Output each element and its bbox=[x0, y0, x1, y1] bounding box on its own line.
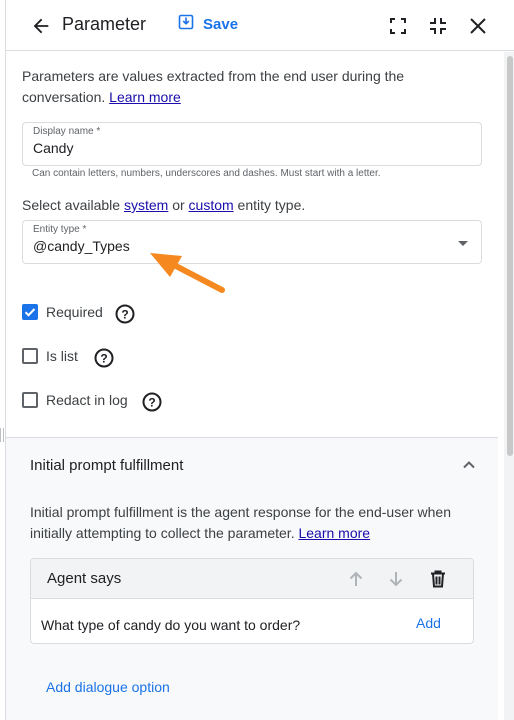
panel-header: Parameter Save bbox=[6, 0, 514, 51]
svg-text:?: ? bbox=[148, 396, 155, 410]
page-title: Parameter bbox=[62, 14, 147, 34]
help-icon[interactable]: ? bbox=[94, 348, 114, 368]
is-list-label: Is list bbox=[46, 348, 78, 364]
help-icon[interactable]: ? bbox=[142, 392, 162, 412]
display-name-value[interactable]: Candy bbox=[33, 140, 73, 156]
add-dialogue-option-button[interactable]: Add dialogue option bbox=[46, 679, 170, 695]
help-icon[interactable]: ? bbox=[115, 304, 135, 324]
entity-select-suffix: entity type. bbox=[237, 197, 306, 213]
required-checkbox[interactable] bbox=[22, 304, 38, 320]
close-icon[interactable] bbox=[466, 14, 490, 38]
arrow-up-icon[interactable] bbox=[347, 570, 365, 588]
redact-in-log-checkbox[interactable] bbox=[22, 392, 38, 408]
entity-select-middle: or bbox=[172, 197, 185, 213]
arrow-down-icon[interactable] bbox=[387, 570, 405, 588]
resize-handle[interactable] bbox=[0, 428, 4, 442]
agent-says-title: Agent says bbox=[47, 570, 122, 587]
check-icon bbox=[24, 308, 36, 317]
entity-type-value[interactable]: @candy_Types bbox=[33, 238, 130, 254]
annotation-arrow-icon bbox=[150, 253, 225, 293]
entity-select-prefix: Select available bbox=[22, 197, 121, 213]
dropdown-caret-icon[interactable] bbox=[458, 241, 468, 246]
exit-fullscreen-icon[interactable] bbox=[426, 14, 450, 38]
entity-select-instructions: Select available system or custom entity… bbox=[22, 197, 305, 213]
entity-type-select[interactable]: Entity type * @candy_Types bbox=[22, 220, 482, 264]
required-option[interactable]: Required bbox=[22, 304, 103, 320]
save-button[interactable]: Save bbox=[178, 14, 238, 35]
display-name-field[interactable]: Display name * Candy bbox=[22, 122, 482, 166]
intro-text: Parameters are values extracted from the… bbox=[22, 68, 405, 105]
agent-response-text[interactable]: What type of candy do you want to order? bbox=[41, 617, 300, 633]
agent-says-header: Agent says bbox=[31, 559, 473, 599]
save-icon bbox=[178, 14, 194, 35]
svg-text:?: ? bbox=[100, 352, 107, 366]
save-label: Save bbox=[203, 16, 239, 33]
required-label: Required bbox=[46, 304, 103, 320]
is-list-checkbox[interactable] bbox=[22, 348, 38, 364]
initial-prompt-description: Initial prompt fulfillment is the agent … bbox=[30, 502, 480, 544]
is-list-option[interactable]: Is list bbox=[22, 348, 78, 364]
back-arrow-icon[interactable] bbox=[28, 13, 54, 39]
initial-prompt-learn-more-link[interactable]: Learn more bbox=[298, 525, 370, 541]
add-response-button[interactable]: Add bbox=[416, 615, 441, 631]
delete-icon[interactable] bbox=[428, 569, 448, 589]
scrollbar-thumb[interactable] bbox=[507, 56, 513, 456]
fullscreen-icon[interactable] bbox=[386, 14, 410, 38]
agent-says-card: Agent says What type of candy do you wan… bbox=[30, 558, 474, 644]
redact-in-log-option[interactable]: Redact in log bbox=[22, 392, 128, 408]
initial-prompt-title[interactable]: Initial prompt fulfillment bbox=[30, 457, 183, 474]
system-entity-link[interactable]: system bbox=[124, 197, 168, 213]
intro-description: Parameters are values extracted from the… bbox=[22, 66, 472, 108]
entity-type-label: Entity type * bbox=[33, 224, 87, 235]
learn-more-link[interactable]: Learn more bbox=[109, 89, 181, 105]
initial-prompt-description-text: Initial prompt fulfillment is the agent … bbox=[30, 504, 452, 541]
chevron-up-icon[interactable] bbox=[460, 456, 478, 474]
display-name-hint: Can contain letters, numbers, underscore… bbox=[32, 168, 381, 179]
svg-text:?: ? bbox=[121, 308, 128, 322]
redact-in-log-label: Redact in log bbox=[46, 392, 128, 408]
display-name-label: Display name * bbox=[33, 126, 101, 137]
custom-entity-link[interactable]: custom bbox=[189, 197, 234, 213]
